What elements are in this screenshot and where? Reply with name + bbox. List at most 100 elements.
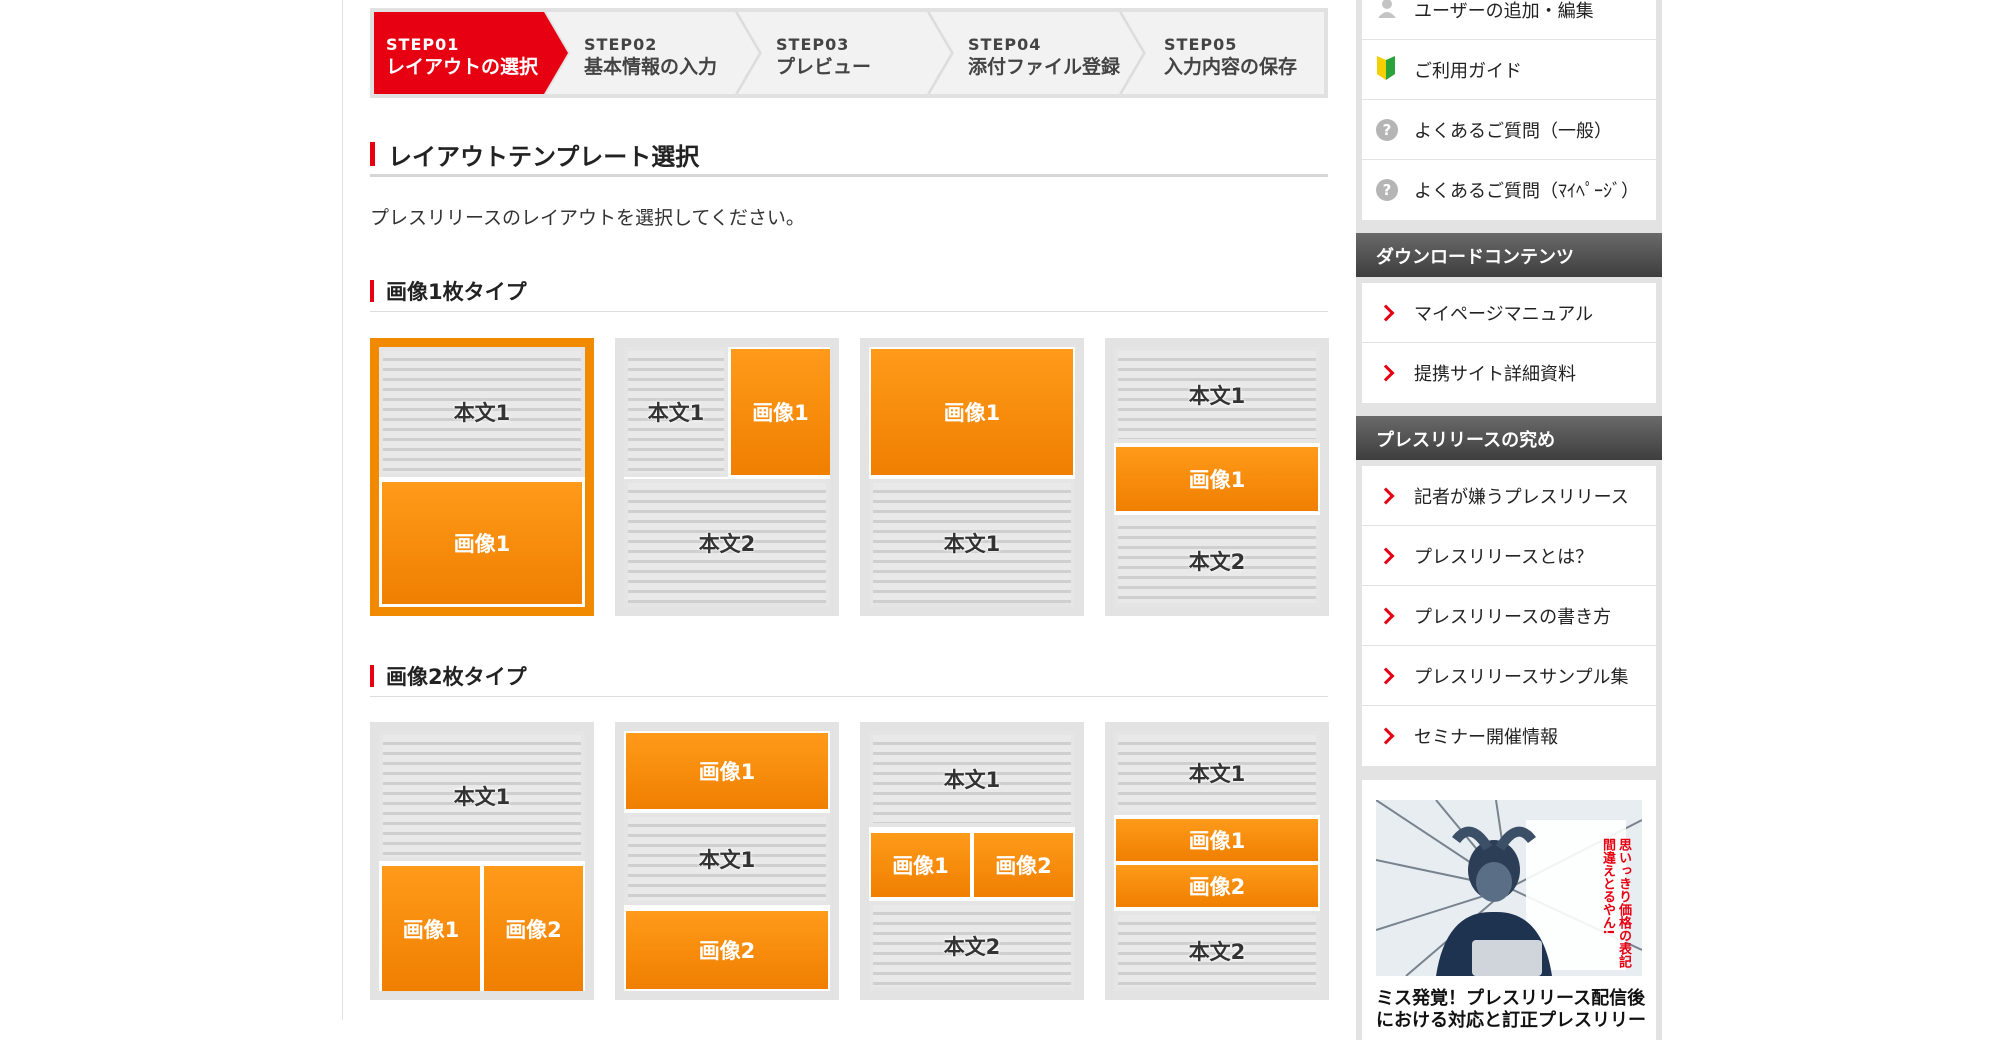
chevron-right-icon [1377, 607, 1395, 624]
step-05: STEP05 入力内容の保存 [1164, 36, 1297, 80]
image-block: 画像1 [731, 349, 830, 475]
press-release-section-heading: プレスリリースの究め [1356, 416, 1662, 460]
heading-accent-bar [370, 280, 374, 302]
sidebar-item-label: よくあるご質問（ﾏｲﾍﾟｰｼﾞ） [1414, 181, 1639, 202]
text-block: 本文2 [1114, 911, 1320, 991]
sidebar-item-label: 記者が嫌うプレスリリース [1414, 486, 1629, 508]
text-block: 本文2 [624, 479, 830, 607]
block-label: 画像1 [943, 401, 1001, 425]
text-block: 本文1 [624, 813, 830, 905]
text-block: 本文1 [379, 731, 585, 861]
layout-preview: 本文1 画像1 [379, 347, 585, 607]
step-label: 入力内容の保存 [1164, 56, 1298, 78]
banner-card: 思いっきり価格の表記間違えとるやん! ミス発覚！プレスリリース配信後における対応… [1362, 780, 1656, 1040]
sidebar-item-partner-docs[interactable]: 提携サイト詳細資料 [1362, 343, 1656, 403]
chevron-right-icon [1377, 547, 1395, 564]
layout-option-1-1[interactable]: 本文1 画像1 [370, 338, 594, 616]
content-left-border [342, 0, 343, 1020]
sidebar-item-guide[interactable]: ご利用ガイド [1362, 40, 1656, 100]
sidebar-item-how-to-write[interactable]: プレスリリースの書き方 [1362, 586, 1656, 646]
layout-option-2-1[interactable]: 本文1 画像1 画像2 [370, 722, 594, 1000]
sidebar-item-mypage-manual[interactable]: マイページマニュアル [1362, 283, 1656, 343]
image-block: 画像2 [626, 911, 828, 989]
sidebar-item-disliked-releases[interactable]: 記者が嫌うプレスリリース [1362, 466, 1656, 526]
block-label: 画像2 [698, 939, 756, 963]
step-label: レイアウトの選択 [386, 56, 539, 78]
banner-callout-text: 思いっきり価格の表記間違えとるやん! [1600, 838, 1631, 968]
sidebar-item-label: よくあるご質問（一般） [1414, 120, 1612, 142]
layout-preview: 画像1 本文1 [869, 347, 1075, 607]
chevron-right-icon [1377, 364, 1395, 382]
block-label: 画像2 [995, 854, 1052, 878]
block-label: 本文1 [453, 785, 511, 809]
image-block: 画像1 [382, 866, 480, 991]
image-block: 画像1 [871, 349, 1073, 475]
block-label: 本文2 [698, 532, 756, 556]
sidebar-item-label: ユーザーの追加・編集 [1414, 0, 1594, 22]
layout-option-1-3[interactable]: 画像1 本文1 [860, 338, 1084, 616]
sidebar-item-label: ご利用ガイド [1414, 60, 1522, 82]
layout-option-1-4[interactable]: 本文1 画像1 本文2 [1105, 338, 1329, 616]
image-block: 画像1 [1116, 447, 1318, 511]
step-label: 添付ファイル登録 [968, 56, 1121, 78]
text-block: 本文1 [869, 479, 1075, 607]
sidebar-item-faq-general[interactable]: ? よくあるご質問（一般） [1362, 100, 1656, 160]
image-block: 画像2 [1116, 865, 1318, 907]
step-number: STEP03 [776, 35, 850, 54]
block-label: 本文2 [1188, 550, 1246, 574]
step-number: STEP05 [1164, 35, 1238, 54]
banner-caption: ミス発覚！プレスリリース配信後における対応と訂正プレスリリー [1376, 988, 1646, 1031]
user-icon [1376, 0, 1398, 23]
image-block: 画像1 [1116, 819, 1318, 861]
block-label: 本文1 [1188, 762, 1246, 786]
article-banner[interactable]: 思いっきり価格の表記間違えとるやん! ミス発覚！プレスリリース配信後における対応… [1356, 780, 1662, 1040]
layout-option-1-2[interactable]: 本文1 画像1 本文2 [615, 338, 839, 616]
image-block: 画像2 [974, 833, 1073, 897]
sidebar-item-label: プレスリリースとは？ [1414, 546, 1594, 568]
text-block: 本文1 [379, 347, 585, 477]
sidebar-item-label: マイページマニュアル [1414, 303, 1594, 325]
layout-preview: 本文1 画像1 画像2 [379, 731, 585, 991]
sidebar-item-faq-mypage[interactable]: ? よくあるご質問（ﾏｲﾍﾟｰｼﾞ） [1362, 160, 1656, 220]
chevron-right-icon [1377, 667, 1395, 684]
block-label: 画像1 [453, 532, 511, 556]
step-01: STEP01 レイアウトの選択 [386, 36, 538, 80]
question-icon: ? [1376, 118, 1398, 141]
layout-preview: 本文1 画像1 本文2 [624, 347, 830, 607]
press-release-menu: 記者が嫌うプレスリリース プレスリリースとは？ プレスリリースの書き方 プレスリ… [1356, 460, 1662, 780]
block-label: 本文1 [943, 532, 1001, 556]
layout-preview: 本文1 画像1 本文2 [1114, 347, 1320, 607]
download-section-heading: ダウンロードコンテンツ [1356, 233, 1662, 277]
chevron-right-icon [1377, 487, 1395, 504]
section-heading-one-image: 画像1枚タイプ [370, 272, 1328, 312]
sidebar-item-samples[interactable]: プレスリリースサンプル集 [1362, 646, 1656, 706]
block-label: 本文1 [453, 401, 511, 425]
step-03: STEP03 プレビュー [776, 36, 871, 80]
sidebar-item-label: 提携サイト詳細資料 [1414, 364, 1576, 385]
sidebar-item-label: セミナー開催情報 [1414, 727, 1558, 748]
text-block: 本文2 [1114, 515, 1320, 607]
block-label: 画像1 [892, 854, 949, 878]
intro-text: プレスリリースのレイアウトを選択してください。 [370, 207, 805, 229]
layout-option-2-4[interactable]: 本文1 画像1 画像2 本文2 [1105, 722, 1329, 1000]
heading-accent-bar [370, 142, 375, 166]
sidebar-item-user-edit[interactable]: ユーザーの追加・編集 [1362, 0, 1656, 40]
block-label: 本文2 [943, 935, 1001, 959]
block-label: 画像1 [1188, 829, 1246, 853]
text-block: 本文2 [869, 901, 1075, 991]
step-number: STEP04 [968, 35, 1042, 54]
block-label: 画像1 [698, 760, 756, 784]
block-label: 本文1 [943, 768, 1001, 792]
layout-preview: 本文1 画像1 画像2 本文2 [1114, 731, 1320, 991]
block-label: 画像1 [1188, 468, 1246, 492]
sidebar-item-seminar[interactable]: セミナー開催情報 [1362, 706, 1656, 766]
sidebar-item-what-is-release[interactable]: プレスリリースとは？ [1362, 526, 1656, 586]
layout-option-2-3[interactable]: 本文1 画像1 画像2 本文2 [860, 722, 1084, 1000]
account-menu: ユーザーの追加・編集 ご利用ガイド ? よくあるご質問（一般） ? よくあるご質… [1356, 0, 1662, 233]
banner-image: 思いっきり価格の表記間違えとるやん! [1376, 800, 1642, 976]
text-block: 本文1 [624, 347, 728, 477]
layout-option-2-2[interactable]: 画像1 本文1 画像2 [615, 722, 839, 1000]
chevron-right-icon [1377, 304, 1395, 321]
section-heading-two-image: 画像2枚タイプ [370, 657, 1328, 697]
download-menu: マイページマニュアル 提携サイト詳細資料 [1356, 277, 1662, 416]
